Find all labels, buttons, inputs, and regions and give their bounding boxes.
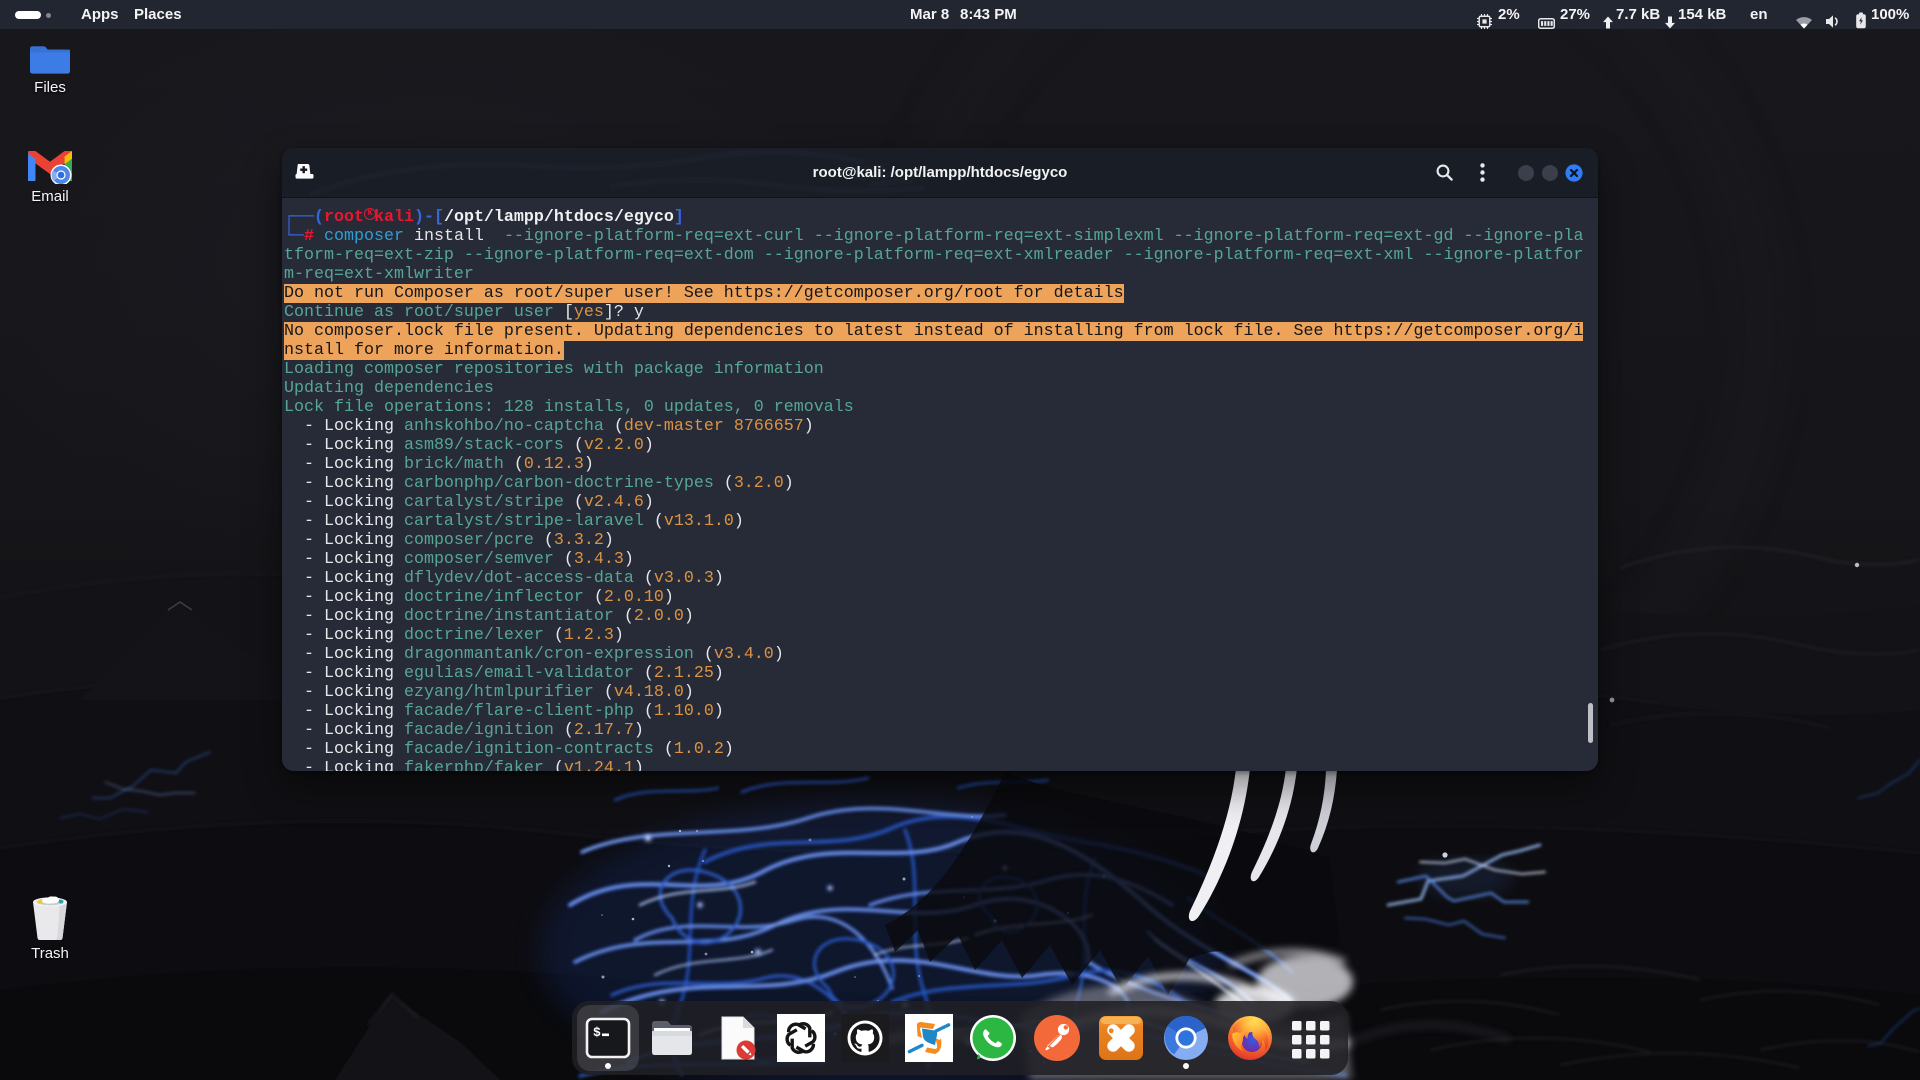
svg-text:$: $ [593,1025,601,1040]
